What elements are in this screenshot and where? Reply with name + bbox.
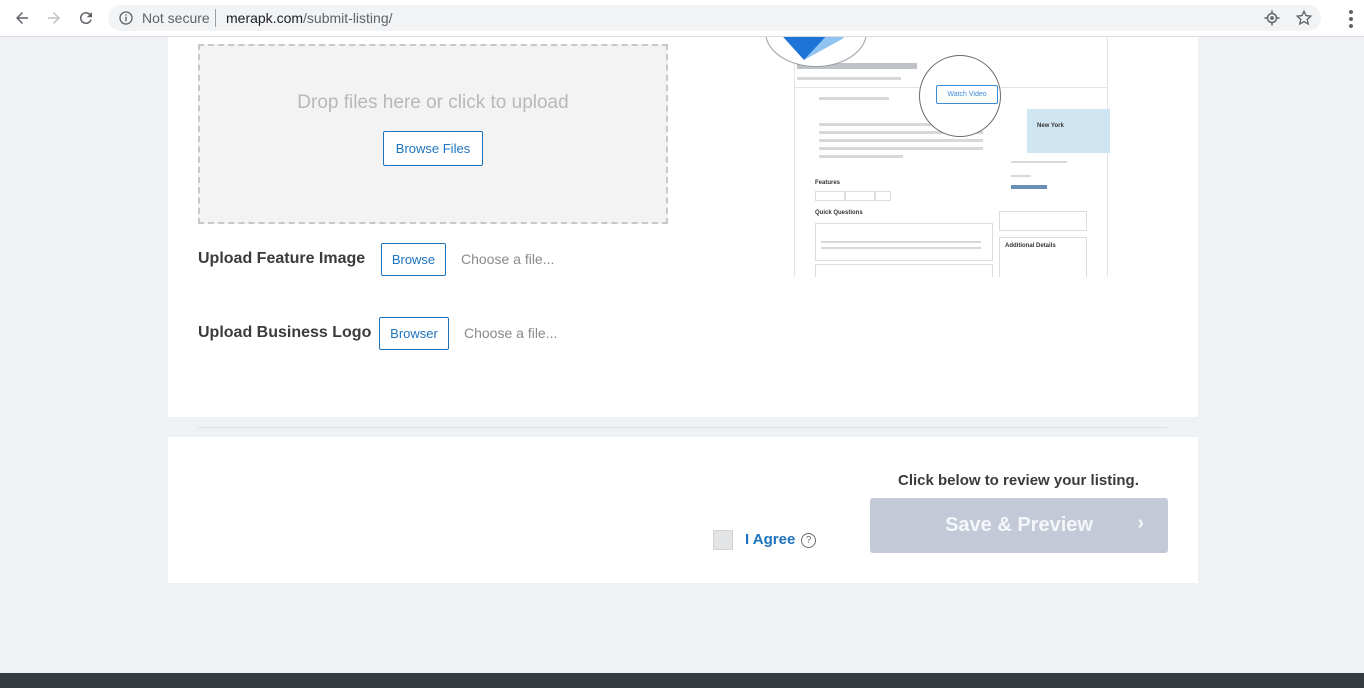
address-bar[interactable]: Not secure merapk.com/submit-listing/: [108, 5, 1321, 31]
back-icon[interactable]: [10, 6, 34, 30]
file-dropzone[interactable]: Drop files here or click to upload Brows…: [198, 44, 668, 224]
mockup-zoom-circle-top: [765, 37, 867, 67]
listing-preview-mockup: Features Quick Questions New York Additi…: [765, 37, 1110, 277]
section-divider: [198, 427, 1167, 428]
mockup-zoom-circle-watch: Watch Video: [919, 55, 1001, 137]
feature-image-label: Upload Feature Image: [198, 250, 366, 267]
feature-image-file-hint[interactable]: Choose a file...: [461, 251, 554, 267]
address-separator: [215, 9, 216, 27]
business-logo-browse-button[interactable]: Browser: [379, 317, 449, 350]
save-preview-button[interactable]: Save & Preview ›: [870, 498, 1168, 553]
agree-checkbox[interactable]: [713, 530, 733, 550]
security-label: Not secure: [142, 10, 210, 26]
url-text: merapk.com/submit-listing/: [226, 10, 393, 26]
review-prompt: Click below to review your listing.: [898, 472, 1139, 489]
mockup-features-label: Features: [815, 180, 841, 186]
bookmark-star-icon[interactable]: [1295, 9, 1313, 27]
help-question-icon[interactable]: ?: [801, 533, 816, 548]
browse-files-button[interactable]: Browse Files: [383, 131, 483, 166]
feature-image-browse-button[interactable]: Browse: [381, 243, 446, 276]
forward-icon[interactable]: [42, 6, 66, 30]
page-footer: [0, 673, 1364, 688]
browser-toolbar: Not secure merapk.com/submit-listing/: [0, 0, 1364, 37]
mockup-quick-questions-label: Quick Questions: [815, 210, 863, 216]
business-logo-label: Upload Business Logo: [198, 324, 372, 341]
save-preview-label: Save & Preview: [945, 514, 1093, 536]
dropzone-text: Drop files here or click to upload: [297, 92, 569, 113]
menu-kebab-icon[interactable]: [1348, 9, 1354, 29]
reload-icon[interactable]: [74, 6, 98, 30]
chevron-right-icon: ›: [1137, 512, 1144, 534]
mockup-map-label: New York: [1037, 123, 1064, 129]
business-logo-file-hint[interactable]: Choose a file...: [464, 325, 557, 341]
location-icon[interactable]: [1263, 9, 1281, 27]
agree-label[interactable]: I Agree: [745, 531, 795, 548]
info-icon[interactable]: [118, 10, 134, 26]
mockup-additional-details-label: Additional Details: [1005, 243, 1056, 249]
mockup-map: New York: [1027, 109, 1110, 153]
mockup-watch-video-button: Watch Video: [936, 85, 998, 104]
